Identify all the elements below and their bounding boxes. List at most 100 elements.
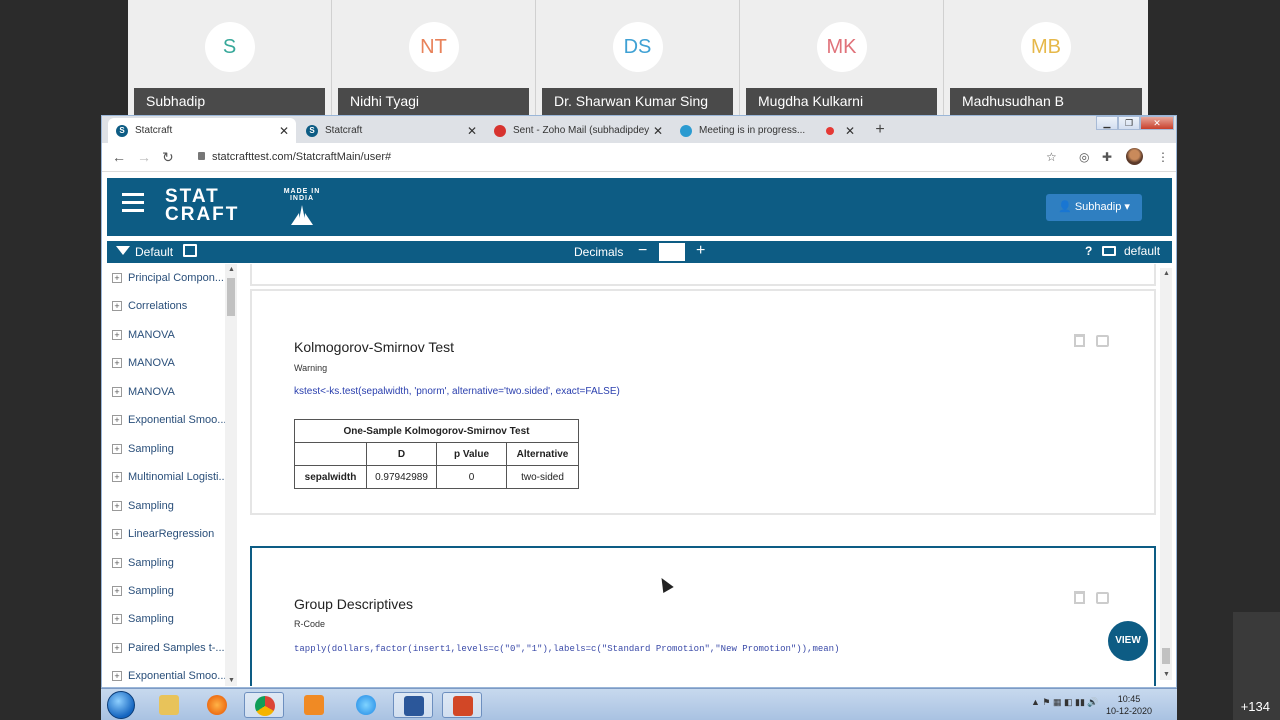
share-icon[interactable] (1096, 335, 1109, 347)
expand-icon[interactable]: + (112, 558, 122, 568)
sidebar-item[interactable]: + Exponential Smoo... (112, 668, 225, 684)
sidebar-item[interactable]: + LinearRegression (112, 526, 214, 542)
reload-icon[interactable]: ↻ (162, 149, 174, 166)
taskbar-ie[interactable] (346, 692, 386, 718)
minimize-button[interactable]: ▁ (1096, 116, 1118, 130)
sidebar-item[interactable]: + MANOVA (112, 327, 175, 343)
sidebar-item[interactable]: + Multinomial Logisti... (112, 469, 225, 485)
sidebar-item[interactable]: + Sampling (112, 441, 174, 457)
trash-icon[interactable] (1074, 334, 1085, 347)
close-icon[interactable]: ✕ (464, 124, 480, 138)
expand-icon[interactable]: + (112, 273, 122, 283)
taskbar-chrome[interactable] (244, 692, 284, 718)
start-button[interactable] (107, 691, 135, 719)
forward-icon[interactable]: → (137, 149, 151, 165)
card-title: Group Descriptives (294, 596, 414, 612)
sidebar-item[interactable]: + MANOVA (112, 355, 175, 371)
sidebar-item[interactable]: + Sampling (112, 555, 174, 571)
user-menu-button[interactable]: 👤 Subhadip ▾ (1046, 194, 1142, 221)
address-bar: ← → ↻ statcrafttest.com/StatcraftMain/us… (102, 143, 1176, 172)
decimals-label: Decimals (574, 245, 624, 259)
expand-icon[interactable]: + (112, 387, 122, 397)
expand-icon[interactable]: + (112, 643, 122, 653)
taskbar-media[interactable] (294, 692, 334, 718)
sidebar-item[interactable]: + Sampling (112, 611, 174, 627)
table-header: p Value (436, 442, 507, 466)
expand-icon[interactable]: + (112, 614, 122, 624)
share-icon[interactable] (1096, 592, 1109, 604)
scroll-up-icon[interactable]: ▲ (1163, 270, 1170, 277)
taskbar-clock[interactable]: 10:45 10-12-2020 (1106, 693, 1152, 717)
decimals-input[interactable] (659, 243, 685, 261)
decimals-increase-button[interactable]: + (696, 242, 705, 260)
browser-tab[interactable]: Sent - Zoho Mail (subhadipdey@ ✕ (486, 118, 670, 143)
close-icon[interactable]: ✕ (650, 124, 666, 138)
tab-title: Statcraft (135, 125, 173, 136)
help-icon[interactable]: ? (1085, 244, 1092, 258)
scrollbar-thumb[interactable] (227, 278, 235, 316)
sidebar-item[interactable]: + Principal Compon... (112, 270, 224, 286)
sidebar-item[interactable]: + Sampling (112, 498, 174, 514)
participant-tile[interactable]: NT Nidhi Tyagi (332, 0, 536, 115)
default-workspace-label[interactable]: Default (135, 245, 173, 259)
sidebar-item[interactable]: + Paired Samples t-... (112, 640, 225, 656)
bookmark-star-icon[interactable]: ☆ (1046, 150, 1057, 164)
expand-icon[interactable]: + (112, 415, 122, 425)
participant-tile[interactable]: DS Dr. Sharwan Kumar Sing (536, 0, 740, 115)
close-window-button[interactable]: ✕ (1140, 116, 1174, 130)
back-icon[interactable]: ← (112, 149, 126, 165)
participant-tile[interactable]: MB Madhusudhan B (944, 0, 1148, 115)
expand-icon[interactable]: + (112, 301, 122, 311)
sidebar-item[interactable]: + Exponential Smoo... (112, 412, 225, 428)
browser-menu-icon[interactable]: ⋮ (1157, 150, 1169, 164)
expand-icon[interactable]: + (112, 472, 122, 482)
system-tray[interactable]: ▲ ⚑ ▦ ◧ ▮▮ 🔊 (1031, 697, 1099, 708)
url-field[interactable]: statcrafttest.com/StatcraftMain/user# (212, 151, 391, 163)
browser-tab[interactable]: Meeting is in progress... ✕ (672, 118, 862, 143)
maximize-button[interactable]: ❐ (1118, 116, 1140, 130)
taskbar-explorer[interactable] (149, 692, 189, 718)
expand-icon[interactable]: + (112, 444, 122, 454)
decimals-decrease-button[interactable]: − (638, 242, 647, 260)
profile-avatar[interactable] (1126, 148, 1143, 165)
scroll-down-icon[interactable]: ▼ (1163, 671, 1170, 678)
app-toolbar: Default Decimals − + ? default (107, 241, 1172, 263)
sidebar-item[interactable]: + MANOVA (112, 384, 175, 400)
expand-icon[interactable]: + (112, 330, 122, 340)
project-default-label[interactable]: default (1124, 244, 1160, 258)
trash-icon[interactable] (1074, 591, 1085, 604)
browser-tab[interactable]: S Statcraft ✕ (298, 118, 484, 143)
close-icon[interactable]: ✕ (276, 124, 292, 138)
expand-icon[interactable]: + (112, 358, 122, 368)
scroll-down-icon[interactable]: ▼ (228, 677, 235, 684)
expand-icon[interactable]: + (112, 501, 122, 511)
new-tab-button[interactable]: + (870, 120, 890, 140)
view-button[interactable]: VIEW (1108, 621, 1148, 661)
scrollbar-thumb[interactable] (1162, 648, 1170, 664)
hamburger-menu-icon[interactable] (122, 193, 144, 212)
taskbar-word[interactable] (393, 692, 433, 718)
browser-tab[interactable]: S Statcraft ✕ (108, 118, 296, 143)
sidebar-scrollbar[interactable]: ▲ ▼ (225, 264, 237, 686)
scroll-up-icon[interactable]: ▲ (228, 266, 235, 273)
expand-icon[interactable]: + (112, 586, 122, 596)
extension-circle-icon[interactable]: ◎ (1079, 150, 1089, 164)
zoho-mail-favicon-icon (494, 124, 506, 137)
sidebar-item[interactable]: + Correlations (112, 298, 187, 314)
close-icon[interactable]: ✕ (842, 124, 858, 138)
results-scrollbar[interactable]: ▲ ▼ (1160, 268, 1172, 680)
participant-tile[interactable]: MK Mugdha Kulkarni (740, 0, 944, 115)
sidebar-item[interactable]: + Sampling (112, 583, 174, 599)
extensions-puzzle-icon[interactable]: ✚ (1102, 150, 1112, 164)
folder-icon[interactable] (1102, 246, 1116, 256)
edit-icon[interactable] (183, 244, 197, 257)
participant-count-badge[interactable]: +134 (1241, 699, 1270, 714)
filter-icon[interactable] (116, 246, 130, 255)
expand-icon[interactable]: + (112, 671, 122, 681)
taskbar-powerpoint[interactable] (442, 692, 482, 718)
taskbar-firefox[interactable] (197, 692, 237, 718)
participant-avatar: DS (612, 22, 663, 72)
participant-tile[interactable]: S Subhadip (128, 0, 332, 115)
expand-icon[interactable]: + (112, 529, 122, 539)
card-title: Kolmogorov-Smirnov Test (294, 339, 455, 355)
